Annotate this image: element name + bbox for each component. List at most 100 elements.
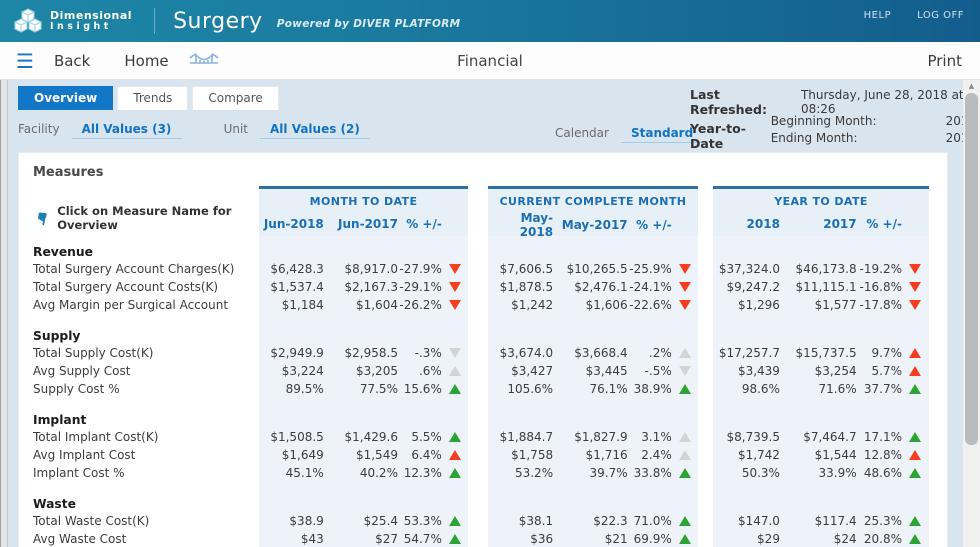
measure-label[interactable]: Avg Waste Cost bbox=[33, 530, 259, 547]
measure-row: Avg Margin per Surgical Account$1,184$1,… bbox=[33, 296, 947, 314]
measure-values-group: $43$2754.7% bbox=[259, 530, 468, 547]
measure-values-group: $7,606.5$10,265.5-25.9% bbox=[488, 260, 698, 278]
scroll-up-arrow-icon[interactable]: ▲ bbox=[963, 80, 980, 92]
measure-values-group bbox=[259, 410, 468, 430]
value-cell: $7,464.7 bbox=[780, 428, 857, 446]
trend-arrow-up-green bbox=[679, 384, 691, 394]
tab-compare[interactable]: Compare bbox=[192, 86, 278, 110]
pct-cell: -17.8% bbox=[857, 296, 902, 314]
measure-row: Supply Cost %89.5%77.5%15.6%105.6%76.1%3… bbox=[33, 380, 947, 398]
value-cell: $1,827.9 bbox=[553, 428, 628, 446]
measure-values-group: $1,758$1,7162.4% bbox=[488, 446, 698, 464]
value-cell: $29 bbox=[713, 530, 780, 547]
value-cell: $22.3 bbox=[553, 512, 628, 530]
logoff-link[interactable]: LOG OFF bbox=[917, 10, 964, 21]
measure-values-group bbox=[713, 242, 929, 262]
value-cell: 45.1% bbox=[259, 464, 324, 482]
unit-filter-label: Unit bbox=[224, 122, 248, 136]
trend-arrow-up-green bbox=[449, 384, 461, 394]
measure-values-group: $1,508.5$1,429.65.5% bbox=[259, 428, 468, 446]
value-cell: $1,577 bbox=[780, 296, 857, 314]
trend-arrow-up-green bbox=[909, 534, 921, 544]
unit-filter-value[interactable]: All Values (2) bbox=[260, 122, 370, 139]
help-link[interactable]: HELP bbox=[864, 10, 891, 21]
measure-row: Total Supply Cost(K)$2,949.9$2,958.5-.3%… bbox=[33, 344, 947, 362]
measure-values-group: $1,878.5$2,476.1-24.1% bbox=[488, 278, 698, 296]
pct-cell: 25.3% bbox=[857, 512, 902, 530]
measure-values-group: 53.2%39.7%33.8% bbox=[488, 464, 698, 482]
pct-cell: 6.4% bbox=[398, 446, 442, 464]
measure-label[interactable]: Total Implant Cost(K) bbox=[33, 428, 259, 446]
spacer-row bbox=[33, 482, 947, 494]
measure-values-group: $3,224$3,205.6% bbox=[259, 362, 468, 380]
pct-cell: 53.3% bbox=[398, 512, 442, 530]
value-cell: $117.4 bbox=[780, 512, 857, 530]
scrollbar-thumb[interactable] bbox=[965, 93, 978, 445]
value-cell: $37,324.0 bbox=[713, 260, 780, 278]
measure-label[interactable]: Total Waste Cost(K) bbox=[33, 512, 259, 530]
value-cell: 105.6% bbox=[488, 380, 553, 398]
measure-values-group: $9,247.2$11,115.1-16.8% bbox=[713, 278, 929, 296]
value-cell: $1,549 bbox=[324, 446, 398, 464]
pointer-hand-icon: ☛ bbox=[31, 209, 50, 227]
measure-values-group bbox=[488, 398, 698, 410]
measure-label[interactable]: Total Surgery Account Costs(K) bbox=[33, 278, 259, 296]
trend-arrow-down-gray bbox=[449, 348, 461, 358]
value-cell: 89.5% bbox=[259, 380, 324, 398]
pct-cell: -.5% bbox=[628, 362, 672, 380]
value-cell: $3,439 bbox=[713, 362, 780, 380]
pct-cell: -27.9% bbox=[398, 260, 442, 278]
vertical-scrollbar[interactable]: ▲ bbox=[963, 80, 980, 547]
value-cell: $11,115.1 bbox=[780, 278, 857, 296]
trend-arrow-up-green bbox=[679, 534, 691, 544]
measure-label[interactable]: Implant Cost % bbox=[33, 464, 259, 482]
section-label: Waste bbox=[33, 494, 259, 514]
measure-values-group bbox=[259, 326, 468, 346]
measure-label[interactable]: Avg Supply Cost bbox=[33, 362, 259, 380]
measure-row: Implant Cost %45.1%40.2%12.3%53.2%39.7%3… bbox=[33, 464, 947, 482]
ending-month-label: Ending Month: bbox=[771, 130, 858, 147]
facility-filter-value[interactable]: All Values (3) bbox=[72, 122, 182, 139]
value-cell: $3,668.4 bbox=[553, 344, 628, 362]
measure-values-group: $1,537.4$2,167.3-29.1% bbox=[259, 278, 468, 296]
tab-overview[interactable]: Overview bbox=[18, 86, 113, 110]
group-header-ytd: YEAR TO DATE 2018 2017 % +/- bbox=[713, 186, 929, 236]
measure-label[interactable]: Avg Implant Cost bbox=[33, 446, 259, 464]
trend-arrow-up-red bbox=[909, 450, 921, 460]
measure-label[interactable]: Avg Margin per Surgical Account bbox=[33, 296, 259, 314]
trend-arrow-up-green bbox=[909, 384, 921, 394]
tab-trends[interactable]: Trends bbox=[117, 86, 188, 110]
value-cell: $1,716 bbox=[553, 446, 628, 464]
dimensional-insight-logo[interactable]: Dimensional Insight bbox=[14, 7, 132, 35]
pct-cell: 5.7% bbox=[857, 362, 902, 380]
value-cell: $1,508.5 bbox=[259, 428, 324, 446]
value-cell: $43 bbox=[259, 530, 324, 547]
measure-values-group bbox=[488, 494, 698, 514]
measure-values-group: $1,742$1,54412.8% bbox=[713, 446, 929, 464]
measure-values-group: $1,296$1,577-17.8% bbox=[713, 296, 929, 314]
app-header: Dimensional Insight Surgery Powered by D… bbox=[0, 0, 980, 42]
collapsed-panel-edge[interactable] bbox=[0, 80, 8, 547]
pct-cell: -.3% bbox=[398, 344, 442, 362]
measure-label[interactable]: Supply Cost % bbox=[33, 380, 259, 398]
calendar-filter-label: Calendar bbox=[555, 126, 609, 140]
trend-arrow-up-green bbox=[449, 468, 461, 478]
measure-label[interactable]: Total Supply Cost(K) bbox=[33, 344, 259, 362]
pct-cell: 3.1% bbox=[628, 428, 672, 446]
spacer-row bbox=[33, 398, 947, 410]
value-cell: $15,737.5 bbox=[780, 344, 857, 362]
table-header-row: ☛ Click on Measure Name for Overview MON… bbox=[33, 186, 947, 236]
value-cell: 50.3% bbox=[713, 464, 780, 482]
pct-cell: 12.8% bbox=[857, 446, 902, 464]
col-header: % +/- bbox=[398, 217, 442, 231]
col-header: May-2018 bbox=[488, 211, 553, 239]
trend-arrow-up-green bbox=[679, 468, 691, 478]
measure-label[interactable]: Total Surgery Account Charges(K) bbox=[33, 260, 259, 278]
value-cell: 77.5% bbox=[324, 380, 398, 398]
print-button[interactable]: Print bbox=[927, 52, 962, 70]
trend-arrow-down-red bbox=[909, 264, 921, 274]
value-cell: $1,429.6 bbox=[324, 428, 398, 446]
measure-values-group: $29$2420.8% bbox=[713, 530, 929, 547]
trend-arrow-down-red bbox=[679, 300, 691, 310]
col-header: % +/- bbox=[628, 218, 672, 232]
